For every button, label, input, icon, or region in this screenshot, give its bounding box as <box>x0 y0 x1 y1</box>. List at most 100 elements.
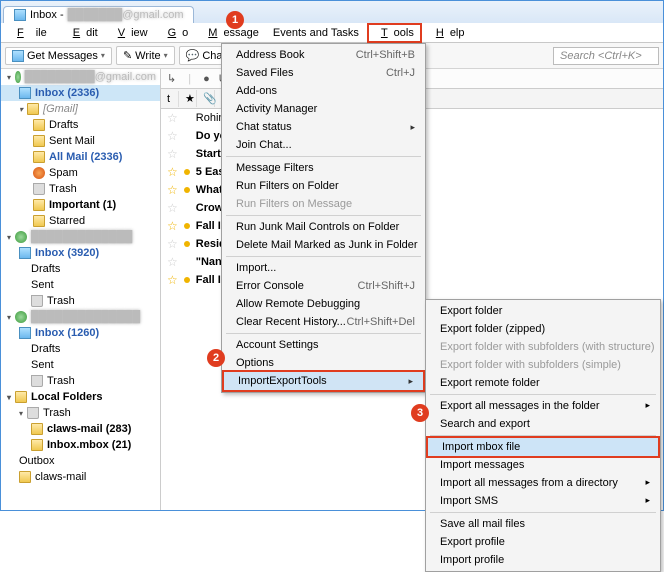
sidebar-trash[interactable]: Trash <box>1 293 160 309</box>
sidebar-drafts[interactable]: Drafts <box>1 117 160 133</box>
menu-item[interactable]: Chat status▸ <box>222 118 425 136</box>
submenu-item[interactable]: Search and export <box>426 415 660 433</box>
folder-label: [Gmail] <box>43 103 78 115</box>
submenu-item[interactable]: Export all messages in the folder▸ <box>426 397 660 415</box>
menu-item[interactable]: Run Filters on Folder <box>222 177 425 195</box>
folder-icon <box>27 103 39 115</box>
folder-icon <box>19 471 31 483</box>
submenu-item[interactable]: Save all mail files <box>426 515 660 533</box>
menu-item[interactable]: Address BookCtrl+Shift+B <box>222 46 425 64</box>
menu-view[interactable]: View <box>106 25 154 41</box>
sidebar-inboxmbox[interactable]: Inbox.mbox (21) <box>1 437 160 453</box>
get-messages-button[interactable]: Get Messages ▾ <box>5 47 112 65</box>
sidebar-inbox[interactable]: Inbox (1260) <box>1 325 160 341</box>
local-folders[interactable]: ▾Local Folders <box>1 389 160 405</box>
menu-item[interactable]: Clear Recent History...Ctrl+Shift+Del <box>222 313 425 331</box>
menu-item[interactable]: Delete Mail Marked as Junk in Folder <box>222 236 425 254</box>
submenu-item: Export folder with subfolders (simple) <box>426 356 660 374</box>
menu-item[interactable]: Run Junk Mail Controls on Folder <box>222 218 425 236</box>
submenu-item[interactable]: Import profile <box>426 551 660 569</box>
get-messages-label: Get Messages <box>27 50 98 62</box>
chevron-down-icon[interactable]: ▾ <box>164 51 168 60</box>
menu-item[interactable]: Allow Remote Debugging <box>222 295 425 313</box>
submenu-item[interactable]: Export folder (zipped) <box>426 320 660 338</box>
menu-file[interactable]: File <box>5 25 59 41</box>
submenu-item[interactable]: Export remote folder <box>426 374 660 392</box>
menu-item[interactable]: Add-ons <box>222 82 425 100</box>
sidebar-claws2[interactable]: claws-mail <box>1 469 160 485</box>
col-thread[interactable]: t <box>161 91 179 107</box>
sidebar-drafts[interactable]: Drafts <box>1 341 160 357</box>
star-icon[interactable]: ☆ <box>167 237 178 251</box>
star-icon[interactable]: ☆ <box>167 147 178 161</box>
menu-item[interactable]: Message Filters <box>222 159 425 177</box>
menu-item[interactable]: Account Settings <box>222 336 425 354</box>
qf-reply-icon[interactable]: ↳ <box>161 70 182 87</box>
star-icon[interactable]: ☆ <box>167 165 178 179</box>
menu-item[interactable]: ImportExportTools▸ <box>222 370 425 392</box>
star-icon[interactable]: ☆ <box>167 219 178 233</box>
menu-separator <box>226 333 421 334</box>
menu-item[interactable]: Import... <box>222 259 425 277</box>
star-icon[interactable]: ☆ <box>167 111 178 125</box>
star-icon[interactable]: ☆ <box>167 255 178 269</box>
sidebar-starred[interactable]: Starred <box>1 213 160 229</box>
sidebar-trash[interactable]: ▾Trash <box>1 405 160 421</box>
menu-go[interactable]: Go <box>156 25 195 41</box>
tools-menu: Address BookCtrl+Shift+BSaved FilesCtrl+… <box>221 43 426 393</box>
menu-edit[interactable]: Edit <box>61 25 104 41</box>
sidebar-inbox[interactable]: Inbox (3920) <box>1 245 160 261</box>
account-row[interactable]: ▾█████████@gmail.com <box>1 69 160 85</box>
folder-icon <box>15 391 27 403</box>
submenu-item[interactable]: Import mbox file <box>426 436 660 458</box>
account-label: █████████@gmail.com <box>25 71 156 83</box>
tab-title: Inbox - <box>30 9 64 21</box>
star-icon[interactable]: ☆ <box>167 273 178 287</box>
trash-icon <box>31 295 43 307</box>
menu-tools[interactable]: Tools <box>367 23 422 43</box>
account-row[interactable]: ▾█████████████ <box>1 229 160 245</box>
menu-item[interactable]: Error ConsoleCtrl+Shift+J <box>222 277 425 295</box>
sidebar-outbox[interactable]: Outbox <box>1 453 160 469</box>
menu-item[interactable]: Join Chat... <box>222 136 425 154</box>
folder-label: Inbox.mbox (21) <box>47 439 131 451</box>
submenu-item[interactable]: Import messages <box>426 456 660 474</box>
submenu-item[interactable]: Export folder <box>426 302 660 320</box>
sidebar-trash[interactable]: Trash <box>1 181 160 197</box>
sidebar-sent[interactable]: Sent <box>1 357 160 373</box>
submenu-item[interactable]: Import SMS▸ <box>426 492 660 510</box>
folder-label: Spam <box>49 167 78 179</box>
sidebar-important[interactable]: Important (1) <box>1 197 160 213</box>
folder-label: Trash <box>47 375 75 387</box>
sidebar-sent[interactable]: Sent Mail <box>1 133 160 149</box>
write-button[interactable]: ✎ Write ▾ <box>116 46 175 65</box>
account-row[interactable]: ▾██████████████ <box>1 309 160 325</box>
sidebar-gmail[interactable]: ▾[Gmail] <box>1 101 160 117</box>
menu-item[interactable]: Saved FilesCtrl+J <box>222 64 425 82</box>
sidebar-trash[interactable]: Trash <box>1 373 160 389</box>
sidebar-claws[interactable]: claws-mail (283) <box>1 421 160 437</box>
folder-label: Drafts <box>49 119 78 131</box>
tab-inbox[interactable]: Inbox - ███████@gmail.com <box>3 6 194 23</box>
submenu-item[interactable]: Import all messages from a directory▸ <box>426 474 660 492</box>
chevron-down-icon[interactable]: ▾ <box>101 51 105 60</box>
menu-item[interactable]: Activity Manager <box>222 100 425 118</box>
menu-separator <box>226 156 421 157</box>
sidebar-spam[interactable]: Spam <box>1 165 160 181</box>
col-star[interactable]: ★ <box>179 90 197 107</box>
menu-help[interactable]: Help <box>424 25 471 41</box>
star-icon[interactable]: ☆ <box>167 129 178 143</box>
search-input[interactable]: Search <Ctrl+K> <box>553 47 659 65</box>
submenu-item[interactable]: Export profile <box>426 533 660 551</box>
col-attach[interactable]: 📎 <box>197 90 215 107</box>
folder-label: claws-mail (283) <box>47 423 131 435</box>
inbox-icon <box>19 247 31 259</box>
sidebar-inbox[interactable]: Inbox (2336) <box>1 85 160 101</box>
sidebar-allmail[interactable]: All Mail (2336) <box>1 149 160 165</box>
sidebar-sent[interactable]: Sent <box>1 277 160 293</box>
sidebar-drafts[interactable]: Drafts <box>1 261 160 277</box>
star-icon[interactable]: ☆ <box>167 201 178 215</box>
menu-events[interactable]: Events and Tasks <box>267 25 365 41</box>
star-icon[interactable]: ☆ <box>167 183 178 197</box>
account-label: ██████████████ <box>31 311 140 323</box>
